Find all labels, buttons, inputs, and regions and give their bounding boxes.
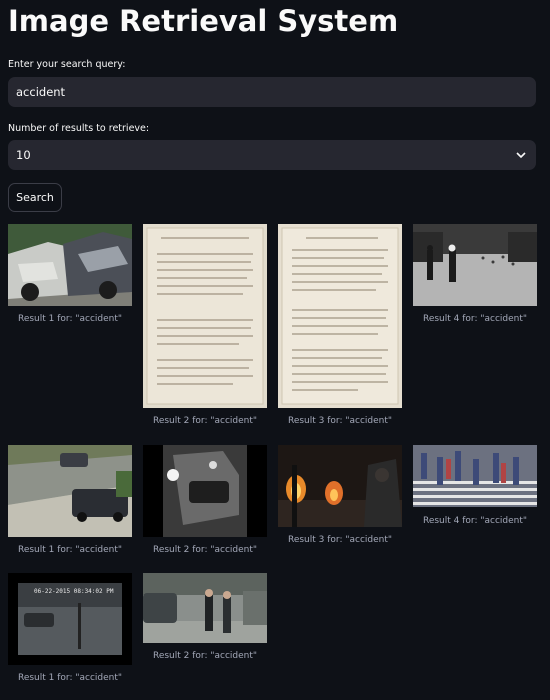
num-results-select[interactable]: 10 <box>8 140 536 170</box>
result-caption: Result 4 for: "accident" <box>422 516 528 526</box>
result-image-night-car[interactable] <box>143 445 267 537</box>
result-caption: Result 2 for: "accident" <box>152 416 258 426</box>
result-image-crashed-cars[interactable] <box>8 224 132 306</box>
num-results-value: 10 <box>16 148 31 162</box>
search-button[interactable]: Search <box>8 183 62 212</box>
svg-text:06-22-2015 08:34:02 PM: 06-22-2015 08:34:02 PM <box>34 588 114 595</box>
chevron-down-icon <box>514 148 528 162</box>
result-image-manuscript[interactable] <box>278 224 402 408</box>
page-title: Image Retrieval System <box>8 4 399 38</box>
result-image-fire-riot[interactable] <box>278 445 402 527</box>
result-caption: Result 3 for: "accident" <box>287 416 393 426</box>
result-caption: Result 4 for: "accident" <box>422 314 528 324</box>
result-caption: Result 1 for: "accident" <box>17 545 123 555</box>
search-query-label: Enter your search query: <box>8 59 126 70</box>
result-image-street-camera[interactable] <box>8 445 132 537</box>
result-image-crosswalk-crowd[interactable] <box>413 445 537 507</box>
result-image-manuscript[interactable] <box>143 224 267 408</box>
result-caption: Result 1 for: "accident" <box>17 673 123 683</box>
result-caption: Result 2 for: "accident" <box>152 545 258 555</box>
num-results-label: Number of results to retrieve: <box>8 123 150 134</box>
result-caption: Result 3 for: "accident" <box>287 535 393 545</box>
search-input-value: accident <box>16 85 66 99</box>
result-image-cctv-frame[interactable]: 06-22-2015 08:34:02 PM <box>8 573 132 665</box>
search-input[interactable]: accident <box>8 77 536 107</box>
result-image-street-police[interactable] <box>413 224 537 306</box>
result-caption: Result 2 for: "accident" <box>152 651 258 661</box>
result-caption: Result 1 for: "accident" <box>17 314 123 324</box>
result-image-street-people[interactable] <box>143 573 267 643</box>
